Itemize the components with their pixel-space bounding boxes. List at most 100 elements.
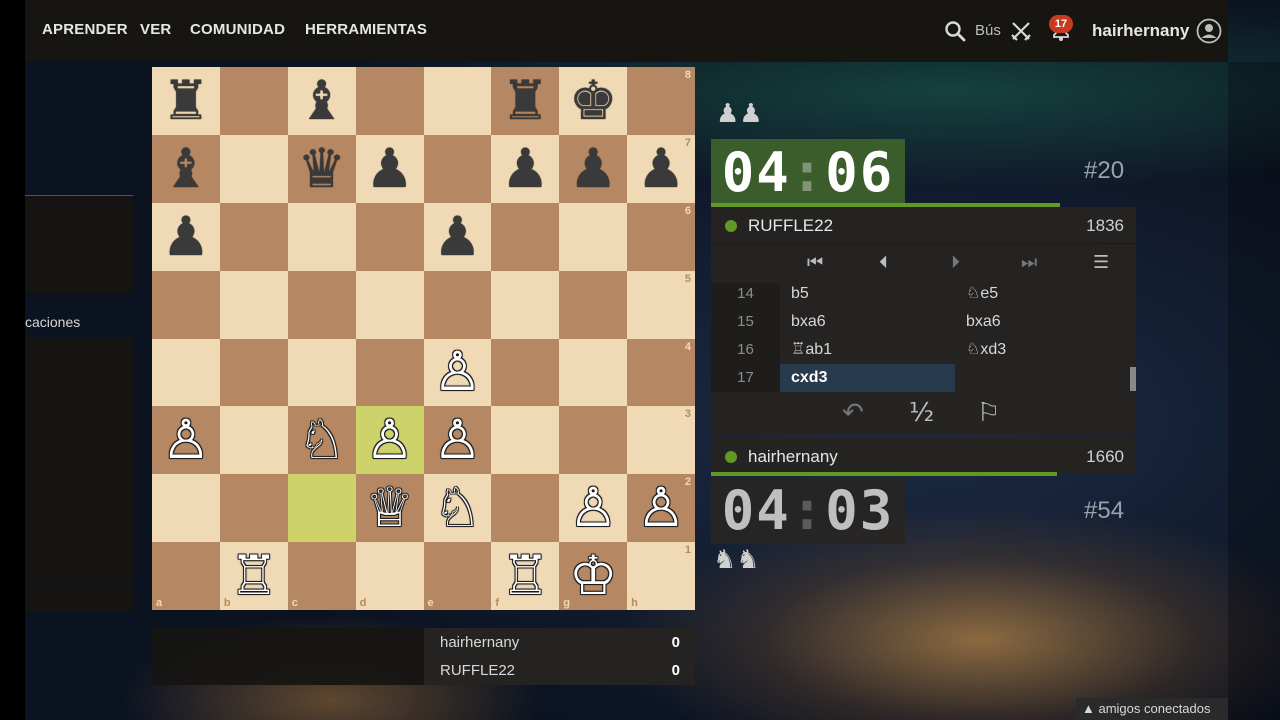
black-move[interactable] <box>955 364 1130 392</box>
square-c6[interactable] <box>287 202 356 271</box>
square-b6[interactable] <box>219 202 288 271</box>
square-b7[interactable] <box>219 134 288 203</box>
square-b5[interactable] <box>219 270 288 339</box>
white-pawn-icon[interactable]: ♙ <box>569 481 617 535</box>
resign-flag-icon[interactable]: ⚐ <box>977 398 1000 428</box>
square-g8[interactable]: ♚ <box>559 67 628 135</box>
square-a5[interactable] <box>152 270 220 339</box>
black-bishop-icon[interactable]: ♝ <box>297 73 345 128</box>
white-move[interactable]: cxd3 <box>780 364 955 392</box>
black-bishop-icon[interactable]: ♝ <box>162 141 210 196</box>
crossed-swords-icon[interactable] <box>1010 20 1032 42</box>
square-h6[interactable]: 6 <box>627 202 695 271</box>
black-pawn-icon[interactable]: ♟ <box>433 209 481 264</box>
square-g7[interactable]: ♟ <box>559 134 628 203</box>
square-d6[interactable] <box>355 202 424 271</box>
square-c1[interactable]: c <box>287 542 356 610</box>
last-move-icon[interactable]: ⏭ <box>1021 252 1037 273</box>
white-move[interactable]: bxa6 <box>780 308 955 336</box>
square-g2[interactable]: ♙ <box>559 474 628 543</box>
white-knight-icon[interactable]: ♘ <box>433 481 481 535</box>
square-f6[interactable] <box>491 202 560 271</box>
square-g4[interactable] <box>559 338 628 407</box>
white-pawn-icon[interactable]: ♙ <box>637 481 685 535</box>
black-move[interactable]: bxa6 <box>955 308 1130 336</box>
prev-move-icon[interactable]: ⏴ <box>879 252 888 273</box>
square-h7[interactable]: ♟ 7 <box>627 134 695 203</box>
square-b3[interactable] <box>219 406 288 475</box>
square-c2[interactable] <box>287 474 356 543</box>
search-input[interactable]: Bús <box>975 22 1001 39</box>
square-f2[interactable] <box>491 474 560 543</box>
black-move[interactable]: ♘e5 <box>955 283 1130 308</box>
black-pawn-icon[interactable]: ♟ <box>162 209 210 264</box>
black-pawn-icon[interactable]: ♟ <box>569 141 617 196</box>
white-move[interactable]: ♖ab1 <box>780 336 955 364</box>
square-f4[interactable] <box>491 338 560 407</box>
offer-draw-button[interactable]: ½ <box>909 398 934 428</box>
square-f1[interactable]: ♖ f <box>491 542 560 610</box>
nav-comunidad[interactable]: COMUNIDAD <box>190 21 285 38</box>
nav-herramientas[interactable]: HERRAMIENTAS <box>305 21 427 38</box>
black-king-icon[interactable]: ♚ <box>569 73 617 128</box>
black-pawn-icon[interactable]: ♟ <box>637 141 685 196</box>
nav-ver[interactable]: VER <box>140 21 171 38</box>
square-e4[interactable]: ♙ <box>423 338 492 407</box>
white-pawn-icon[interactable]: ♙ <box>433 413 481 467</box>
square-e6[interactable]: ♟ <box>423 202 492 271</box>
first-move-icon[interactable]: ⏮ <box>807 252 823 273</box>
square-c5[interactable] <box>287 270 356 339</box>
square-f5[interactable] <box>491 270 560 339</box>
white-move[interactable]: b5 <box>780 283 955 308</box>
square-g6[interactable] <box>559 202 628 271</box>
white-king-icon[interactable]: ♔ <box>569 549 617 603</box>
square-d4[interactable] <box>355 338 424 407</box>
square-d5[interactable] <box>355 270 424 339</box>
square-d2[interactable]: ♕ <box>355 474 424 543</box>
square-b2[interactable] <box>219 474 288 543</box>
square-a8[interactable]: ♜ <box>152 67 220 135</box>
black-rook-icon[interactable]: ♜ <box>501 73 549 128</box>
square-h2[interactable]: ♙ 2 <box>627 474 695 543</box>
nav-aprender[interactable]: APRENDER <box>42 21 128 38</box>
opponent-name[interactable]: RUFFLE22 <box>748 216 833 236</box>
move-list-scrollbar[interactable] <box>1130 367 1136 391</box>
white-pawn-icon[interactable]: ♙ <box>162 413 210 467</box>
square-c3[interactable]: ♘ <box>287 406 356 475</box>
square-d3[interactable]: ♙ <box>355 406 424 475</box>
square-g3[interactable] <box>559 406 628 475</box>
black-move[interactable]: ♘xd3 <box>955 336 1130 364</box>
square-e1[interactable]: e <box>423 542 492 610</box>
chess-board[interactable]: ♜ ♝ ♜ ♚ 8 ♝ ♛ ♟ ♟ ♟ ♟ 7 ♟ ♟ 6 5 ♙ 4 ♙ ♘ ♙ ♙ 3 ♕ ♘ ♙ ♙ 2 a ♖ b c d e ♖ f ♔ g 1 h <box>152 67 695 610</box>
player-name[interactable]: hairhernany <box>748 447 838 467</box>
friends-online-bar[interactable]: ▲ amigos conectados <box>1076 698 1228 720</box>
white-pawn-icon[interactable]: ♙ <box>433 345 481 399</box>
white-pawn-icon[interactable]: ♙ <box>365 413 413 467</box>
square-c8[interactable]: ♝ <box>287 67 356 135</box>
square-g5[interactable] <box>559 270 628 339</box>
white-rook-icon[interactable]: ♖ <box>501 549 549 603</box>
user-avatar-icon[interactable] <box>1196 18 1222 44</box>
square-f8[interactable]: ♜ <box>491 67 560 135</box>
search-icon[interactable] <box>944 20 966 42</box>
square-a2[interactable] <box>152 474 220 543</box>
black-queen-icon[interactable]: ♛ <box>297 141 345 196</box>
square-h8[interactable]: 8 <box>627 67 695 135</box>
square-a3[interactable]: ♙ <box>152 406 220 475</box>
square-f7[interactable]: ♟ <box>491 134 560 203</box>
black-pawn-icon[interactable]: ♟ <box>501 141 549 196</box>
square-a6[interactable]: ♟ <box>152 202 220 271</box>
square-b1[interactable]: ♖ b <box>219 542 288 610</box>
square-c7[interactable]: ♛ <box>287 134 356 203</box>
next-move-icon[interactable]: ⏵ <box>951 252 960 273</box>
square-e5[interactable] <box>423 270 492 339</box>
square-e8[interactable] <box>423 67 492 135</box>
square-a1[interactable]: a <box>152 542 220 610</box>
square-h5[interactable]: 5 <box>627 270 695 339</box>
white-queen-icon[interactable]: ♕ <box>365 481 413 535</box>
white-knight-icon[interactable]: ♘ <box>297 413 345 467</box>
square-d8[interactable] <box>355 67 424 135</box>
square-d1[interactable]: d <box>355 542 424 610</box>
user-menu[interactable]: hairhernany <box>1092 21 1189 41</box>
square-h4[interactable]: 4 <box>627 338 695 407</box>
